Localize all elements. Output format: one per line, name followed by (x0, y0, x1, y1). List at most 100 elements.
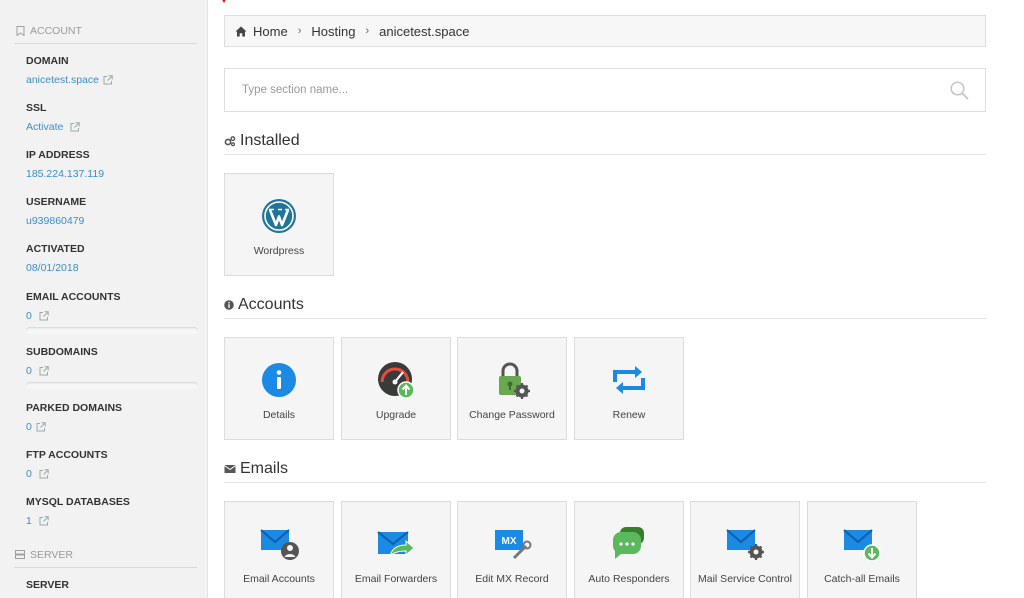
breadcrumb-hosting[interactable]: Hosting (311, 24, 355, 39)
section-emails-title: Emails (224, 459, 986, 483)
renew-arrows-icon (609, 360, 649, 400)
sidebar-item-domain: Domain anicetest.space (26, 54, 201, 87)
external-link-icon[interactable] (39, 516, 49, 526)
tile-renew[interactable]: Renew (574, 337, 684, 440)
tile-details[interactable]: Details (224, 337, 334, 440)
tile-label: Catch-all Emails (824, 573, 900, 585)
section-title-label: Emails (240, 459, 289, 477)
sidebar-item-label: Email Accounts (26, 291, 121, 303)
sidebar-item-subdomains: Subdomains 0 (26, 345, 201, 389)
section-installed-title: Installed (224, 131, 986, 155)
section-accounts-title: Accounts (224, 295, 986, 319)
sidebar-item-server: Server (26, 578, 201, 592)
mx-record-icon: MX (492, 524, 532, 564)
section-title-label: Accounts (238, 295, 304, 313)
email-account-icon (259, 524, 299, 564)
lock-gear-icon (492, 360, 532, 400)
sidebar-item-value[interactable]: Activate (26, 120, 63, 134)
sidebar-item-label: IP Address (26, 149, 90, 161)
sidebar-item-mysql-databases: MySQL Databases 1 (26, 495, 201, 528)
home-icon[interactable] (235, 26, 247, 37)
external-link-icon[interactable] (70, 122, 81, 132)
external-link-icon[interactable] (39, 469, 49, 479)
external-link-icon[interactable] (39, 366, 49, 376)
sidebar-item-ip-address: IP Address 185.224.137.119 (26, 148, 201, 181)
tile-label: Renew (612, 409, 646, 421)
tile-edit-mx-record[interactable]: MX Edit MX Record (457, 501, 567, 598)
ssl-activate-link[interactable]: Activate (26, 120, 201, 134)
email-forward-icon (376, 524, 416, 564)
mail-gear-icon (725, 524, 765, 564)
tile-label: Edit MX Record (475, 573, 549, 585)
parked-domains-link[interactable]: 0 (26, 420, 201, 434)
sidebar-item-value[interactable]: anicetest.space (26, 73, 99, 87)
sidebar-item-value[interactable]: 1 (26, 514, 32, 528)
sidebar-item-value[interactable]: 0 (26, 309, 32, 323)
chat-bubbles-icon (609, 524, 649, 564)
tile-label: Change Password (469, 409, 555, 421)
server-icon (14, 550, 26, 559)
sidebar-account-header: Account (14, 18, 197, 44)
sidebar-item-label: Server (26, 579, 69, 591)
tile-email-accounts[interactable]: Email Accounts (224, 501, 334, 598)
sidebar-item-email-accounts: Email Accounts 0 (26, 290, 201, 334)
caret-marker-icon (222, 0, 226, 3)
bookmark-icon (14, 25, 26, 36)
sidebar-item-label: Subdomains (26, 346, 98, 358)
subdomains-link[interactable]: 0 (26, 364, 201, 378)
info-circle-icon (224, 299, 234, 310)
sidebar-account-header-label: Account (30, 24, 82, 37)
sidebar-item-username: Username u939860479 (26, 195, 201, 228)
tile-label: Auto Responders (588, 573, 670, 585)
info-icon (259, 360, 299, 400)
mail-download-icon (842, 524, 882, 564)
sidebar-item-value: u939860479 (26, 215, 85, 227)
breadcrumb-home[interactable]: Home (253, 24, 288, 39)
tile-catch-all-emails[interactable]: Catch-all Emails (807, 501, 917, 598)
breadcrumb: Home › Hosting › anicetest.space (224, 15, 986, 47)
domain-link[interactable]: anicetest.space (26, 73, 201, 87)
tile-upgrade[interactable]: Upgrade (341, 337, 451, 440)
tile-auto-responders[interactable]: Auto Responders (574, 501, 684, 598)
ftp-accounts-link[interactable]: 0 (26, 467, 201, 481)
sidebar-item-label: Activated (26, 243, 85, 255)
email-accounts-link[interactable]: 0 (26, 309, 201, 323)
tile-label: Email Forwarders (354, 573, 438, 585)
tile-label: Email Accounts (243, 573, 315, 585)
chevron-right-icon: › (297, 25, 302, 37)
external-link-icon[interactable] (39, 311, 49, 321)
tile-wordpress[interactable]: Wordpress (224, 173, 334, 276)
search-icon[interactable] (950, 81, 969, 100)
usage-bar (26, 327, 198, 334)
tile-mail-service-control[interactable]: Mail Service Control (690, 501, 800, 598)
sidebar-item-activated: Activated 08/01/2018 (26, 242, 201, 275)
tile-label: Mail Service Control (698, 573, 792, 585)
sidebar-item-value[interactable]: 0 (26, 364, 32, 378)
external-link-icon[interactable] (36, 422, 46, 432)
usage-bar (26, 382, 198, 389)
sidebar-item-label: Parked Domains (26, 402, 123, 414)
sidebar-item-value: 185.224.137.119 (26, 168, 105, 180)
sidebar-server-header-label: Server (30, 548, 73, 561)
sidebar: Account Domain anicetest.space SSL Activ… (0, 0, 208, 598)
sidebar-item-value[interactable]: 0 (26, 467, 32, 481)
cogs-icon (224, 135, 236, 147)
tile-label: Wordpress (253, 245, 305, 257)
tile-label: Upgrade (375, 409, 417, 421)
envelope-icon (224, 464, 236, 474)
sidebar-item-ssl: SSL Activate (26, 101, 201, 134)
tile-email-forwarders[interactable]: Email Forwarders (341, 501, 451, 598)
sidebar-item-label: SSL (26, 102, 47, 114)
chevron-right-icon: › (365, 25, 370, 37)
sidebar-item-parked-domains: Parked Domains 0 (26, 401, 201, 434)
mysql-databases-link[interactable]: 1 (26, 514, 201, 528)
sidebar-server-header: Server (14, 542, 197, 568)
section-title-label: Installed (240, 131, 300, 149)
sidebar-item-value[interactable]: 0 (26, 420, 32, 434)
external-link-icon[interactable] (103, 75, 113, 85)
tile-label: Details (262, 409, 296, 421)
speedometer-upgrade-icon (376, 360, 416, 400)
sidebar-item-label: Username (26, 196, 87, 208)
tile-change-password[interactable]: Change Password (457, 337, 567, 440)
search-input[interactable] (242, 84, 932, 96)
